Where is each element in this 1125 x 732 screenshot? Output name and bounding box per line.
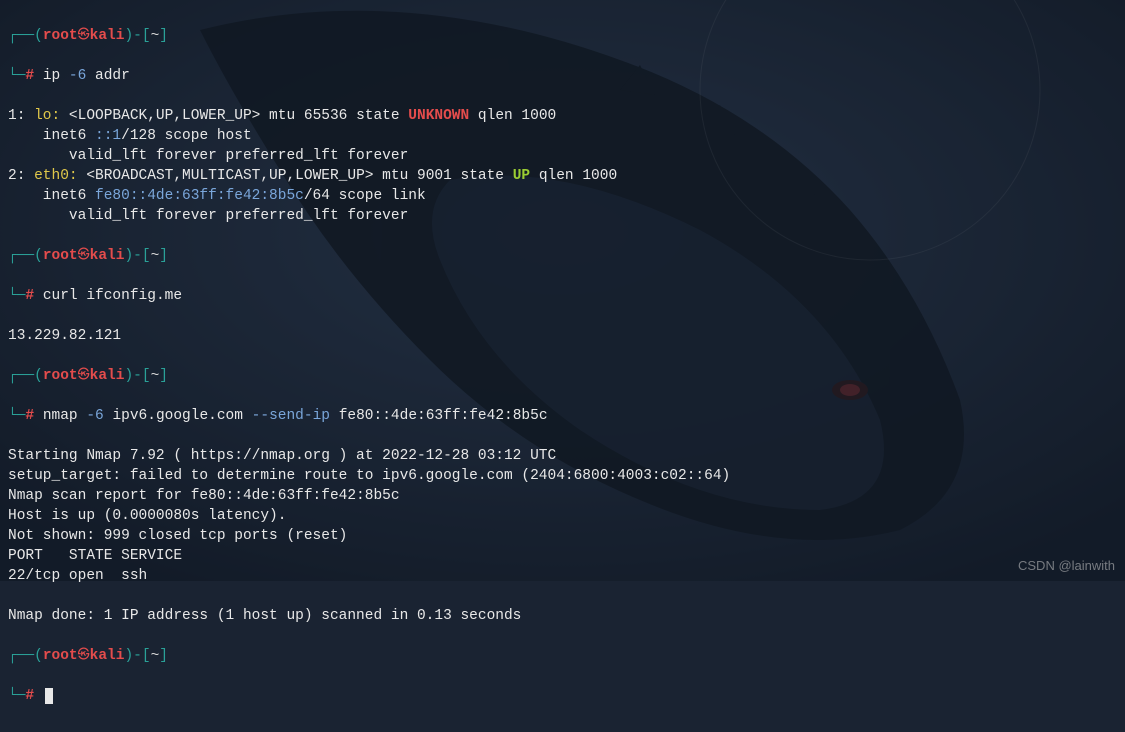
output-line: Not shown: 999 closed tcp ports (reset): [8, 528, 347, 544]
output-line: Host is up (0.0000080s latency).: [8, 508, 286, 524]
cursor-icon: [45, 688, 53, 704]
prompt-line: ┌──(root㉿kali)-[~]: [8, 366, 1117, 386]
watermark: CSDN @lainwith: [1018, 557, 1115, 575]
terminal-output: ┌──(root㉿kali)-[~] └─# ip -6 addr 1: lo:…: [0, 0, 1125, 732]
skull-icon: ㉿: [78, 248, 90, 262]
output-line: inet6 ::1/128 scope host: [8, 128, 252, 144]
output-line: 22/tcp open ssh: [8, 568, 147, 584]
prompt-line: ┌──(root㉿kali)-[~]: [8, 646, 1117, 666]
output-line: valid_lft forever preferred_lft forever: [8, 208, 408, 224]
blank-line: [8, 348, 17, 364]
output-line: Starting Nmap 7.92 ( https://nmap.org ) …: [8, 448, 556, 464]
command-line[interactable]: └─# ip -6 addr: [8, 66, 1117, 86]
prompt-line: ┌──(root㉿kali)-[~]: [8, 26, 1117, 46]
output-line: 1: lo: <LOOPBACK,UP,LOWER_UP> mtu 65536 …: [8, 108, 556, 124]
blank-line: [8, 628, 17, 644]
skull-icon: ㉿: [78, 648, 90, 662]
output-line: inet6 fe80::4de:63ff:fe42:8b5c/64 scope …: [8, 188, 426, 204]
output-line: Nmap done: 1 IP address (1 host up) scan…: [8, 608, 521, 624]
skull-icon: ㉿: [78, 28, 90, 42]
output-line: 13.229.82.121: [8, 328, 121, 344]
output-line: PORT STATE SERVICE: [8, 548, 182, 564]
command-line[interactable]: └─# curl ifconfig.me: [8, 286, 1117, 306]
output-line: Nmap scan report for fe80::4de:63ff:fe42…: [8, 488, 400, 504]
skull-icon: ㉿: [78, 368, 90, 382]
output-line: setup_target: failed to determine route …: [8, 468, 730, 484]
prompt-line: ┌──(root㉿kali)-[~]: [8, 246, 1117, 266]
command-line[interactable]: └─#: [8, 686, 1117, 706]
command-line[interactable]: └─# nmap -6 ipv6.google.com --send-ip fe…: [8, 406, 1117, 426]
output-line: 2: eth0: <BROADCAST,MULTICAST,UP,LOWER_U…: [8, 168, 617, 184]
output-line: valid_lft forever preferred_lft forever: [8, 148, 408, 164]
blank-line: [8, 228, 17, 244]
